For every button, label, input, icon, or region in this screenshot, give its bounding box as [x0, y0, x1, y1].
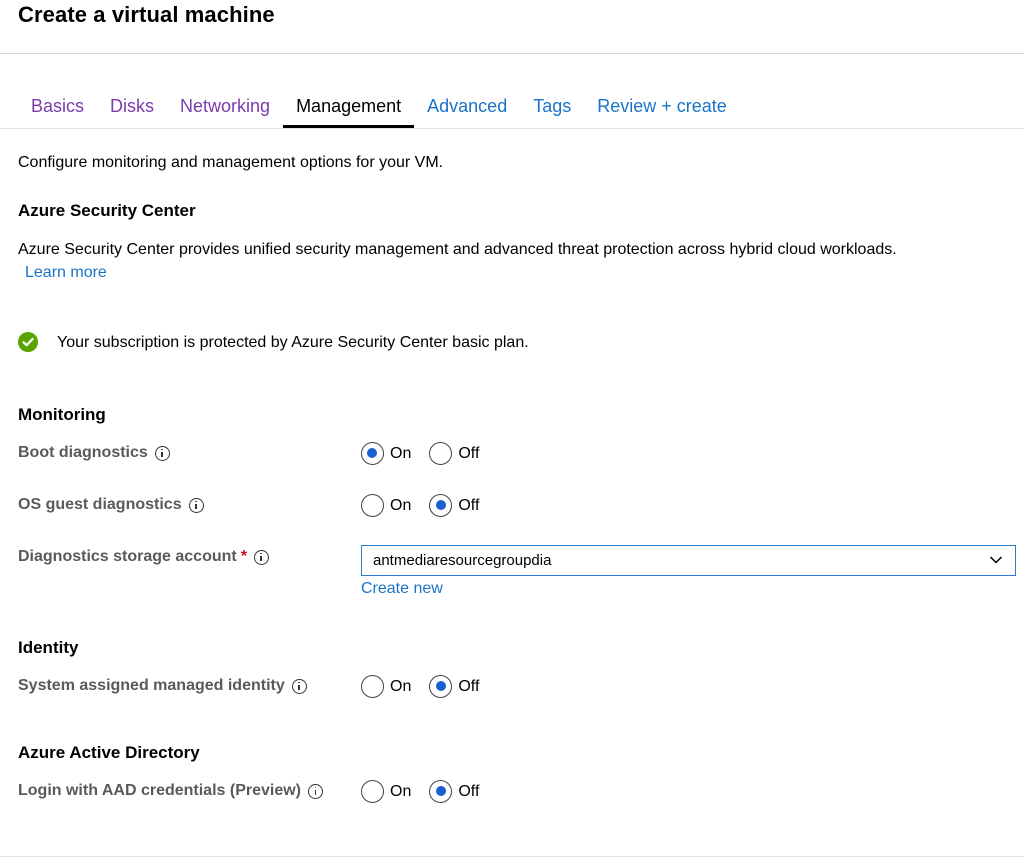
os-guest-diagnostics-label-text: OS guest diagnostics [18, 496, 182, 513]
tab-tags[interactable]: Tags [520, 93, 584, 128]
system-assigned-identity-radio-group: On Off [361, 675, 497, 698]
login-aad-off-radio[interactable] [429, 780, 453, 803]
bottom-divider [0, 856, 1024, 857]
login-aad-on-radio[interactable] [361, 780, 384, 803]
radio-label-on: On [390, 782, 412, 800]
storage-account-dropdown[interactable]: antmediaresourcegroupdia [361, 545, 1016, 576]
tab-advanced[interactable]: Advanced [414, 93, 520, 128]
boot-diagnostics-label: Boot diagnostics [18, 444, 170, 462]
tab-bar: Basics Disks Networking Management Advan… [18, 93, 740, 129]
os-guest-diagnostics-off-option[interactable]: Off [429, 494, 479, 517]
login-aad-radio-group: On Off [361, 780, 497, 803]
os-guest-diagnostics-on-option[interactable]: On [361, 494, 411, 517]
boot-diagnostics-on-radio[interactable] [361, 442, 384, 465]
boot-diagnostics-radio-group: On Off [361, 442, 497, 465]
storage-account-label-text: Diagnostics storage account [18, 548, 237, 565]
tab-disks[interactable]: Disks [97, 93, 167, 128]
radio-label-off: Off [458, 782, 480, 800]
tab-review-create[interactable]: Review + create [584, 93, 740, 128]
check-circle-icon [18, 332, 38, 352]
radio-label-off: Off [458, 496, 480, 514]
login-aad-label: Login with AAD credentials (Preview) [18, 782, 324, 800]
create-new-link[interactable]: Create new [361, 580, 443, 598]
boot-diagnostics-off-option[interactable]: Off [429, 442, 479, 465]
learn-more-link[interactable]: Learn more [25, 264, 107, 282]
radio-label-on: On [390, 496, 412, 514]
identity-heading: Identity [18, 638, 79, 657]
os-guest-diagnostics-radio-group: On Off [361, 494, 497, 517]
security-center-heading: Azure Security Center [18, 201, 196, 220]
boot-diagnostics-off-radio[interactable] [429, 442, 453, 465]
system-assigned-identity-label: System assigned managed identity [18, 677, 307, 695]
system-assigned-identity-on-radio[interactable] [361, 675, 384, 698]
info-icon[interactable] [154, 445, 170, 461]
os-guest-diagnostics-off-radio[interactable] [429, 494, 453, 517]
security-status-message: Your subscription is protected by Azure … [57, 334, 529, 351]
radio-label-off: Off [458, 444, 480, 462]
radio-label-on: On [390, 444, 412, 462]
monitoring-heading: Monitoring [18, 405, 106, 424]
login-aad-on-option[interactable]: On [361, 780, 411, 803]
os-guest-diagnostics-label: OS guest diagnostics [18, 496, 204, 514]
tab-networking[interactable]: Networking [167, 93, 283, 128]
radio-label-off: Off [458, 677, 480, 695]
system-assigned-identity-label-text: System assigned managed identity [18, 677, 285, 694]
system-assigned-identity-off-option[interactable]: Off [429, 675, 479, 698]
tabs-divider [0, 128, 1024, 129]
radio-label-on: On [390, 677, 412, 695]
info-icon[interactable] [188, 497, 204, 513]
tab-basics[interactable]: Basics [18, 93, 97, 128]
login-aad-off-option[interactable]: Off [429, 780, 479, 803]
system-assigned-identity-on-option[interactable]: On [361, 675, 411, 698]
storage-account-value: antmediaresourcegroupdia [373, 552, 552, 569]
os-guest-diagnostics-on-radio[interactable] [361, 494, 384, 517]
system-assigned-identity-off-radio[interactable] [429, 675, 453, 698]
login-aad-label-text: Login with AAD credentials (Preview) [18, 782, 302, 799]
storage-account-label: Diagnostics storage account * [18, 548, 269, 566]
tab-management[interactable]: Management [283, 93, 415, 128]
info-icon[interactable] [291, 678, 307, 694]
info-icon[interactable] [253, 549, 269, 565]
title-divider [0, 53, 1024, 54]
required-asterisk: * [240, 548, 247, 565]
boot-diagnostics-on-option[interactable]: On [361, 442, 411, 465]
page-title: Create a virtual machine [18, 2, 275, 27]
intro-text: Configure monitoring and management opti… [18, 154, 444, 171]
security-center-description: Azure Security Center provides unified s… [18, 241, 897, 258]
boot-diagnostics-label-text: Boot diagnostics [18, 444, 148, 461]
info-icon[interactable] [308, 783, 324, 799]
chevron-down-icon [989, 556, 1003, 564]
aad-heading: Azure Active Directory [18, 743, 200, 762]
